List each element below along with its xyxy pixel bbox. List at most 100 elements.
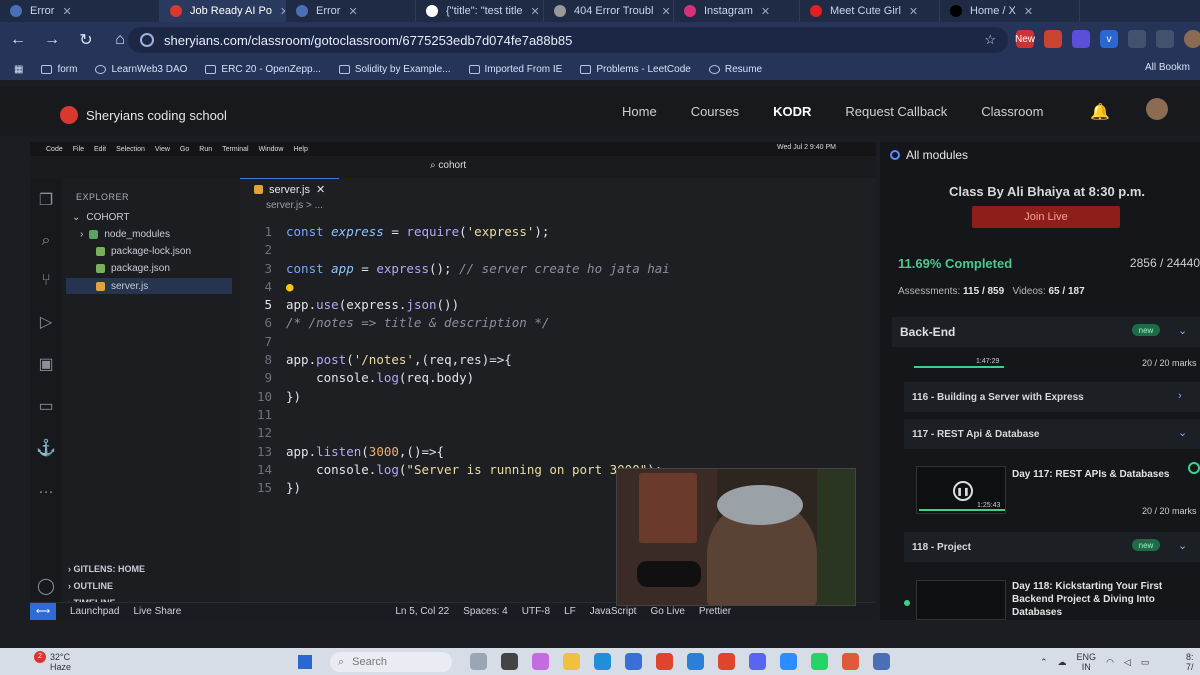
close-icon[interactable]: ✕ (761, 5, 770, 18)
bookmark-item[interactable]: Solidity by Example... (338, 64, 451, 75)
videos-value: 65 / 187 (1048, 286, 1085, 297)
cloud-icon[interactable]: ☁ (1058, 657, 1067, 668)
vscode-icon[interactable] (687, 653, 704, 670)
all-modules-link[interactable]: All modules (890, 148, 968, 162)
assessments-label: Assessments: (898, 286, 961, 297)
nav-classroom[interactable]: Classroom (981, 104, 1043, 119)
pause-icon[interactable]: ❚❚ (953, 481, 973, 501)
taskbar-clock[interactable]: 8: 7/ (1186, 652, 1194, 672)
leetcode-icon (580, 64, 592, 74)
chrome-icon[interactable] (656, 653, 673, 670)
browser-tab[interactable]: Error ✕ (0, 0, 160, 22)
bookmark-item[interactable]: Imported From IE (468, 64, 562, 75)
language-indicator[interactable]: ENG IN (1077, 652, 1097, 672)
windows-start-icon[interactable] (298, 655, 312, 669)
close-icon[interactable]: ✕ (661, 5, 670, 18)
mac-menu-bar: Code File Edit Selection View Go Run Ter… (30, 142, 876, 156)
line-number: 4 (264, 278, 272, 294)
avatar[interactable] (1146, 98, 1168, 120)
anchor-icon: ⚓ (36, 440, 56, 457)
sheryians-logo-icon (60, 106, 78, 124)
x-icon (950, 5, 962, 17)
nav-home[interactable]: Home (622, 104, 657, 119)
browser-tab[interactable]: Home / X ✕ (940, 0, 1080, 22)
bike-icon[interactable] (470, 653, 487, 670)
task-view-icon[interactable] (501, 653, 518, 670)
chevron-right-icon[interactable]: › (1178, 390, 1182, 402)
module-116[interactable]: 116 - Building a Server with Express (904, 382, 1200, 412)
bookmark-star-icon[interactable]: ☆ (984, 32, 996, 48)
chevron-up-icon[interactable]: ⌃ (1040, 657, 1048, 668)
all-bookmarks[interactable]: All Bookm (1145, 62, 1190, 73)
bookmark-item[interactable]: form (41, 64, 77, 75)
forward-icon[interactable]: → (44, 31, 60, 49)
edge-icon[interactable] (594, 653, 611, 670)
bookmark-label: form (57, 63, 78, 75)
discord-icon[interactable] (749, 653, 766, 670)
line-number: 2 (264, 242, 272, 258)
settings-gear-icon[interactable] (873, 653, 890, 670)
heart-extension-icon[interactable] (1072, 30, 1090, 48)
nav-courses[interactable]: Courses (691, 104, 739, 119)
token: log (376, 370, 399, 386)
close-icon[interactable]: ✕ (531, 5, 540, 18)
close-icon[interactable]: ✕ (1024, 5, 1033, 18)
file-explorer-icon[interactable] (563, 653, 580, 670)
module-label: 116 - Building a Server with Express (912, 391, 1084, 403)
browser-tab[interactable]: Meet Cute Girl ✕ (800, 0, 940, 22)
chevron-down-icon[interactable]: ⌄ (1178, 426, 1187, 439)
profile-avatar[interactable] (1184, 30, 1200, 48)
bookmark-item[interactable]: Problems - LeetCode (580, 64, 691, 75)
close-icon[interactable]: ✕ (348, 5, 357, 18)
battery-icon[interactable]: ▭ (1141, 657, 1150, 668)
new-extension-icon[interactable]: New (1015, 30, 1035, 48)
puzzle-icon[interactable] (1128, 30, 1146, 48)
close-icon[interactable]: ✕ (62, 5, 71, 18)
join-live-button[interactable]: Join Live (972, 206, 1120, 228)
nav-kodr[interactable]: KODR (773, 104, 811, 119)
copilot-icon[interactable] (532, 653, 549, 670)
main-nav: Home Courses KODR Request Callback Class… (622, 104, 1043, 119)
tab-label: 404 Error Troubl (574, 5, 654, 17)
apps-icon[interactable]: ▦ (14, 64, 23, 75)
sidebar-icon[interactable] (1156, 30, 1174, 48)
bookmark-item[interactable]: Resume (708, 64, 762, 75)
site-info-icon[interactable] (140, 33, 154, 47)
browser-tab[interactable]: Error ✕ (286, 0, 416, 22)
v-extension-icon[interactable]: v (1100, 30, 1118, 48)
nav-request-callback[interactable]: Request Callback (845, 104, 947, 119)
weather-widget[interactable]: 32°C Haze (50, 652, 71, 672)
zoom-icon[interactable] (780, 653, 797, 670)
video-thumbnail[interactable]: ❚❚ 1:25:43 (916, 466, 1006, 514)
module-117[interactable]: 117 - REST Api & Database (904, 419, 1200, 449)
mask-extension-icon[interactable] (1044, 30, 1062, 48)
panel-gitlens: › GITLENS: HOME (68, 564, 145, 574)
lang-code: ENG (1076, 652, 1097, 662)
chevron-down-icon[interactable]: ⌄ (1178, 324, 1187, 337)
taskbar-search[interactable]: ⌕ Search (330, 652, 452, 672)
bell-icon[interactable]: 🔔 (1090, 102, 1110, 122)
chrome-icon[interactable] (718, 653, 735, 670)
video-thumbnail[interactable] (916, 580, 1006, 620)
address-bar[interactable]: sheryians.com/classroom/gotoclassroom/67… (128, 27, 1008, 53)
chevron-down-icon[interactable]: ⌄ (1178, 539, 1187, 552)
home-icon[interactable]: ⌂ (112, 31, 128, 49)
browser-tab[interactable]: 404 Error Troubl ✕ (544, 0, 674, 22)
store-icon[interactable] (625, 653, 642, 670)
reload-icon[interactable]: ↻ (78, 30, 94, 50)
explorer-sidebar: EXPLORER ⌄ COHORT › node_modules package-l… (62, 178, 240, 608)
token: = (353, 260, 377, 276)
bookmark-item[interactable]: ERC 20 - OpenZepp... (205, 64, 321, 75)
volume-icon[interactable]: ◁ (1124, 657, 1131, 668)
brand[interactable]: Sheryians coding school (60, 106, 227, 124)
browser-tab[interactable]: Instagram ✕ (674, 0, 800, 22)
back-icon[interactable]: ← (10, 31, 26, 49)
browser-tab[interactable]: {"title": "test title ✕ (416, 0, 544, 22)
assessments-value: 115 / 859 (963, 286, 1005, 297)
browser-tab[interactable]: Job Ready AI Po✕ (160, 0, 286, 22)
app-icon[interactable] (842, 653, 859, 670)
bookmark-item[interactable]: LearnWeb3 DAO (95, 64, 187, 75)
whatsapp-icon[interactable] (811, 653, 828, 670)
close-icon[interactable]: ✕ (909, 5, 918, 18)
wifi-icon[interactable]: ◠ (1106, 657, 1114, 668)
